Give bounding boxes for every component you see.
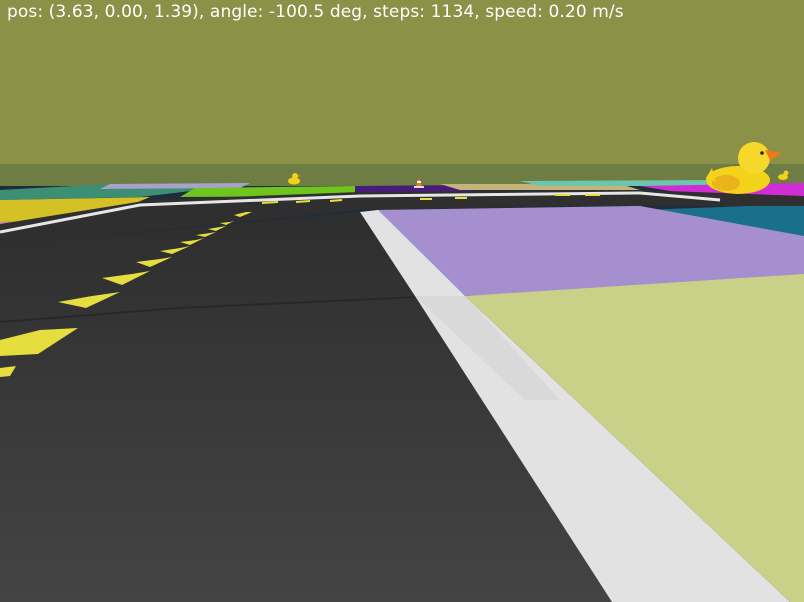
status-readout: pos: (3.63, 0.00, 1.39), angle: -100.5 d… xyxy=(7,2,624,22)
road-scene xyxy=(0,0,804,602)
sky xyxy=(0,0,804,170)
simulator-viewport: pos: (3.63, 0.00, 1.39), angle: -100.5 d… xyxy=(0,0,804,602)
